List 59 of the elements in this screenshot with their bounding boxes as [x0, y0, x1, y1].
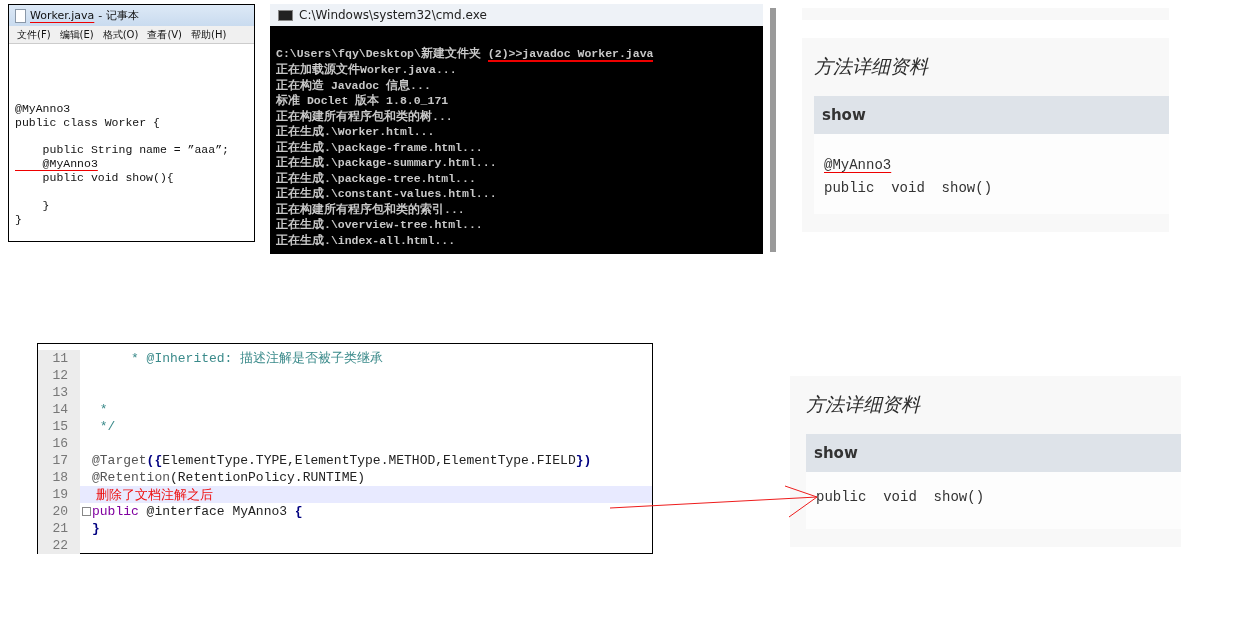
line-number: 12: [38, 367, 80, 384]
window-title: Worker.java: [30, 9, 95, 22]
line-number: 17: [38, 452, 80, 469]
method-signature: public void show(): [824, 179, 993, 198]
line-number: 20: [38, 503, 80, 520]
code-line: public class Worker {: [15, 116, 160, 130]
line-number: 21: [38, 520, 80, 537]
code-line: * @Inherited: 描述注解是否被子类继承: [130, 350, 384, 367]
menu-item[interactable]: 文件(F): [17, 27, 51, 42]
code-line: @Target({ElementType.TYPE,ElementType.METHOD,ElementType.FIELD}): [92, 452, 592, 469]
code-line: *: [98, 401, 108, 418]
menu-item[interactable]: 格式(O): [102, 27, 139, 42]
code-line: public void show(){: [41, 171, 174, 185]
line-number: 15: [38, 418, 80, 435]
line-number: 14: [38, 401, 80, 418]
code-line: 删除了文档注解之后: [95, 485, 214, 504]
method-name: show: [814, 96, 1169, 134]
console-command: (2)>>javadoc Worker.java: [487, 47, 654, 62]
code-line: @MyAnno3: [41, 157, 98, 171]
line-number: 19: [38, 486, 80, 503]
console-output-line: 正在构造 Javadoc 信息...: [276, 77, 431, 93]
console-prompt: C:\Users\fqy\Desktop\新建文件夹: [276, 47, 482, 60]
code-line: }: [41, 199, 50, 213]
code-line: public @interface MyAnno3 {: [92, 503, 303, 520]
line-number: 11: [38, 350, 80, 367]
code-line: }: [15, 213, 22, 227]
console-output-line: 正在生成.\package-frame.html...: [276, 139, 483, 155]
menu-item[interactable]: 编辑(E): [59, 27, 94, 42]
line-number: 13: [38, 384, 80, 401]
code-line: */: [98, 418, 116, 435]
console-output-line: 正在构建所有程序包和类的树...: [276, 108, 453, 124]
console-output-line: 正在加载源文件Worker.java...: [276, 62, 457, 78]
method-annotation: @MyAnno3: [824, 156, 892, 175]
section-heading: 方法详细资料: [814, 54, 930, 79]
app-name: - 记事本: [98, 8, 139, 23]
console-output-line: 正在生成.\constant-values.html...: [276, 186, 497, 202]
line-number: 18: [38, 469, 80, 486]
line-number: 16: [38, 435, 80, 452]
menu-item[interactable]: 查看(V): [147, 27, 183, 42]
fold-icon[interactable]: [81, 507, 91, 516]
code-line: @MyAnno3: [15, 102, 71, 116]
menu-item[interactable]: 帮助(H): [191, 27, 227, 42]
console-output-line: 正在生成.\package-summary.html...: [276, 155, 497, 171]
code-line: }: [92, 520, 100, 537]
console-output-line: 正在生成.\package-tree.html...: [276, 170, 476, 186]
section-heading: 方法详细资料: [806, 392, 922, 417]
console-icon: [278, 9, 293, 21]
code-line: public String name = ”aaa”;: [41, 143, 229, 157]
method-name: show: [806, 434, 1181, 472]
method-signature: public void show(): [816, 488, 985, 507]
document-icon: [15, 8, 26, 23]
line-number: 22: [38, 537, 80, 554]
console-output-line: 标准 Doclet 版本 1.8.0_171: [276, 93, 449, 109]
console-output-line: 正在生成.\Worker.html...: [276, 124, 435, 140]
console-output-line: 正在构建所有程序包和类的索引...: [276, 201, 465, 217]
console-output-line: 正在生成.\overview-tree.html...: [276, 217, 483, 233]
code-line: @Retention(RetentionPolicy.RUNTIME): [92, 469, 366, 486]
console-output-line: 正在生成.\index-all.html...: [276, 232, 456, 248]
window-title: C:\Windows\system32\cmd.exe: [299, 8, 487, 22]
